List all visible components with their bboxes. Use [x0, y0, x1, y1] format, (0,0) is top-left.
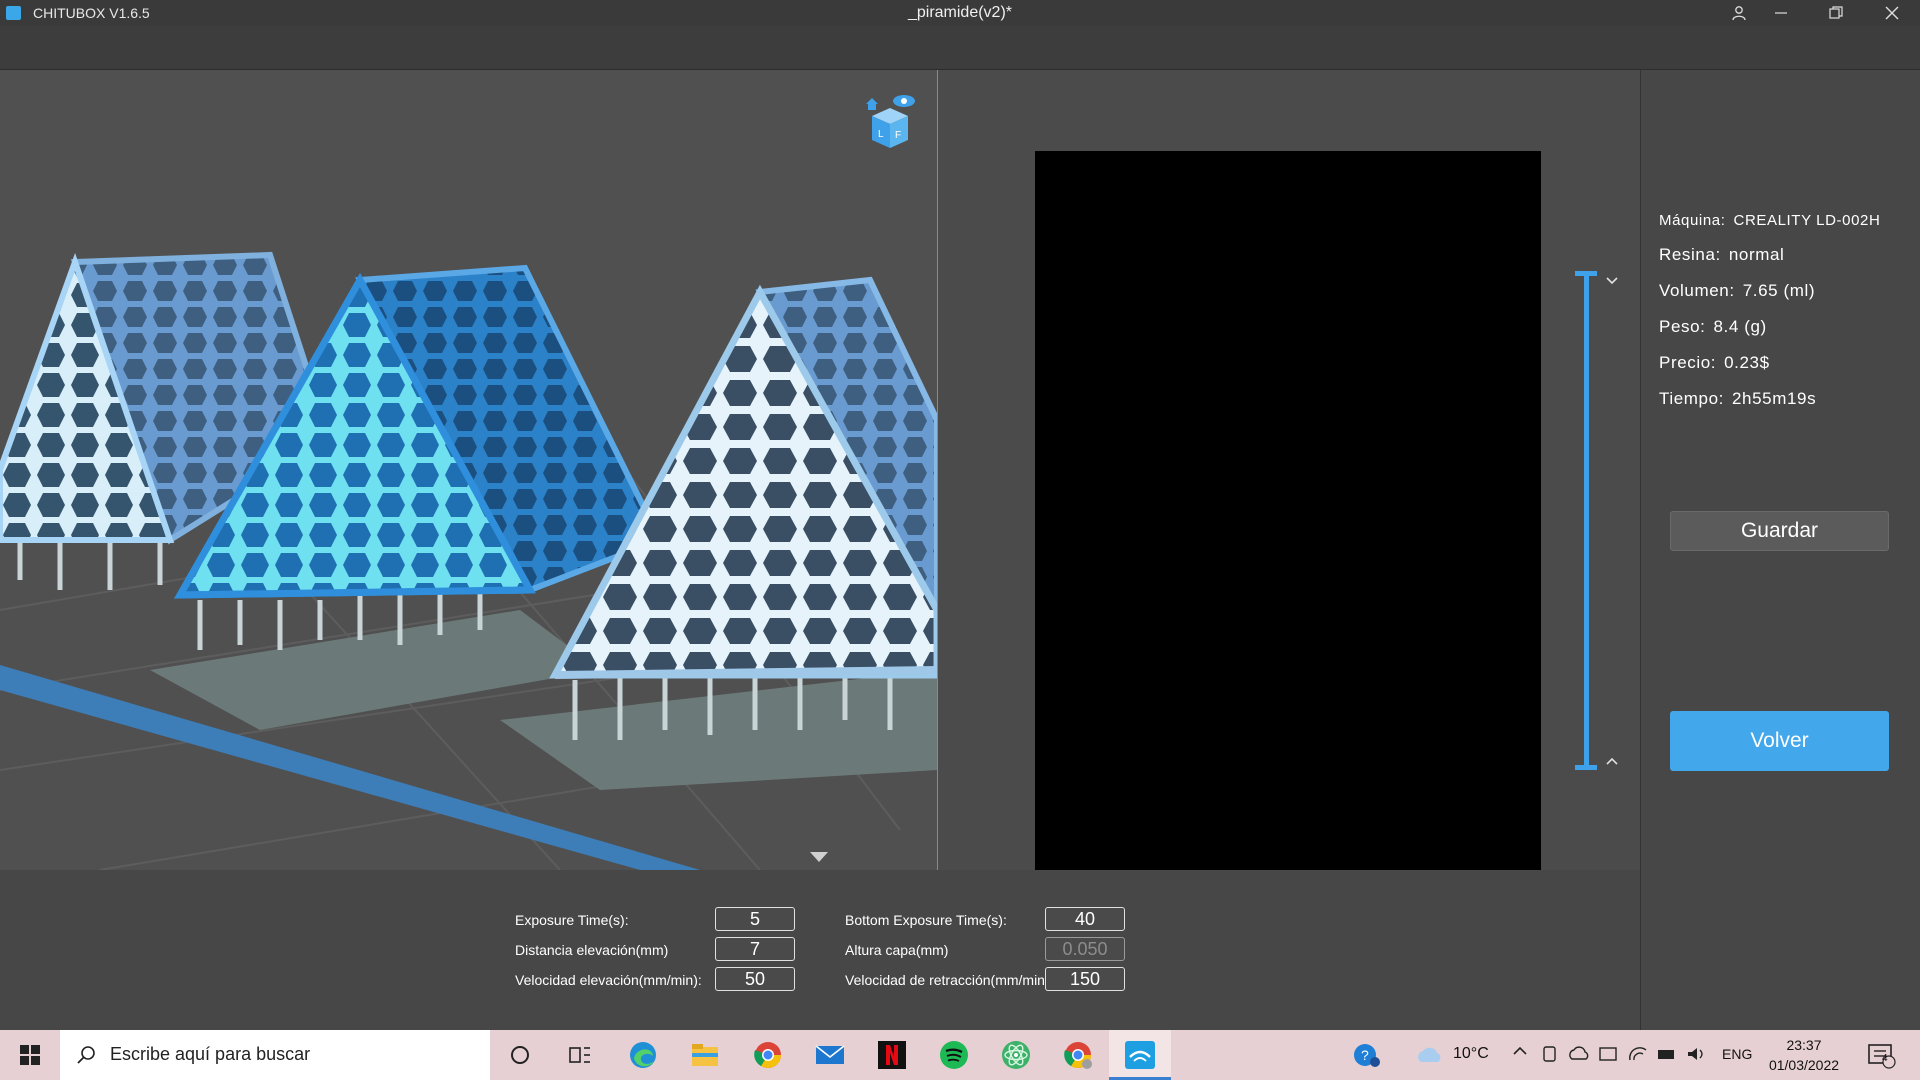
resina-label: Resina:	[1659, 245, 1721, 264]
search-placeholder: Escribe aquí para buscar	[110, 1044, 311, 1064]
svg-text:L: L	[878, 129, 884, 140]
maquina-label: Máquina:	[1659, 212, 1726, 229]
bottom-exposure-label: Bottom Exposure Time(s):	[845, 912, 1007, 928]
print-settings-panel	[0, 870, 1640, 1030]
chrome-profile-icon[interactable]	[1061, 1038, 1095, 1072]
title-bar: CHITUBOX V1.6.5 _piramide(v2)*	[0, 0, 1920, 26]
clock-time: 23:37	[1786, 1037, 1822, 1053]
resina-value: normal	[1728, 245, 1785, 264]
taskbar: Escribe aquí para buscar ? 10°C ENG 23:3…	[0, 1030, 1920, 1080]
bottom-exposure-field[interactable]: 40	[1045, 907, 1125, 931]
help-icon[interactable]: ?	[1350, 1038, 1384, 1072]
clock-date: 01/03/2022	[1768, 1057, 1840, 1073]
maquina-value: CREALITY LD-002H	[1733, 212, 1881, 229]
layer-slider-top-handle[interactable]	[1575, 271, 1597, 276]
info-tiempo: Tiempo: 2h55m19s	[1659, 389, 1816, 409]
atom-icon[interactable]	[999, 1038, 1033, 1072]
layer-slider-bottom-handle[interactable]	[1575, 765, 1597, 770]
minimize-icon[interactable]	[1756, 0, 1806, 26]
layer-slider-track[interactable]	[1584, 272, 1589, 769]
chrome-icon[interactable]	[751, 1038, 785, 1072]
document-title: _piramide(v2)*	[907, 4, 1013, 21]
volumen-value: 7.65 (ml)	[1742, 281, 1816, 300]
input-language[interactable]: ENG	[1722, 1046, 1752, 1062]
distancia-elevacion-field[interactable]: 7	[715, 937, 795, 961]
svg-text:F: F	[895, 130, 901, 141]
volver-button[interactable]: Volver	[1670, 711, 1889, 771]
notification-count: 4	[1882, 1053, 1888, 1064]
tiempo-value: 2h55m19s	[1731, 389, 1817, 408]
peso-label: Peso:	[1659, 317, 1706, 336]
info-maquina: Máquina: CREALITY LD-002H	[1659, 212, 1880, 229]
exposure-time-field[interactable]: 5	[715, 907, 795, 931]
view-cube-icon[interactable]: L F	[862, 90, 918, 157]
slice-layer-image	[1035, 151, 1541, 870]
info-peso: Peso: 8.4 (g)	[1659, 317, 1767, 337]
restore-icon[interactable]	[1811, 0, 1861, 26]
close-icon[interactable]	[1867, 0, 1917, 26]
exposure-time-label: Exposure Time(s):	[515, 912, 629, 928]
precio-value: 0.23$	[1724, 353, 1770, 372]
weather-temperature[interactable]: 10°C	[1453, 1045, 1489, 1063]
cortana-icon[interactable]	[503, 1038, 537, 1072]
svg-text:?: ?	[1361, 1047, 1369, 1063]
edge-icon[interactable]	[626, 1038, 660, 1072]
taskbar-search-box[interactable]: Escribe aquí para buscar	[60, 1030, 490, 1080]
menu-bar	[0, 26, 1920, 70]
file-explorer-icon[interactable]	[688, 1038, 722, 1072]
chevron-down-icon[interactable]	[1604, 273, 1620, 289]
task-view-icon[interactable]	[563, 1038, 597, 1072]
taskbar-clock[interactable]: 23:37 01/03/2022	[1764, 1035, 1844, 1075]
peso-value: 8.4 (g)	[1713, 317, 1767, 336]
model-scene	[0, 251, 937, 870]
chitubox-icon[interactable]	[1123, 1038, 1157, 1072]
cloud-icon	[1412, 1038, 1446, 1072]
spotify-icon[interactable]	[937, 1038, 971, 1072]
guardar-button[interactable]: Guardar	[1670, 511, 1889, 551]
chevron-up-icon[interactable]	[1604, 753, 1620, 769]
altura-capa-field: 0.050	[1045, 937, 1125, 961]
info-precio: Precio: 0.23$	[1659, 353, 1770, 373]
tiempo-label: Tiempo:	[1659, 389, 1724, 408]
altura-capa-label: Altura capa(mm)	[845, 942, 949, 958]
search-icon	[77, 1046, 95, 1064]
tray-overflow-chevron-icon[interactable]	[1512, 1042, 1528, 1065]
3d-viewport[interactable]	[0, 70, 937, 870]
netflix-icon[interactable]	[875, 1038, 909, 1072]
velocidad-retraccion-field[interactable]: 150	[1045, 967, 1125, 991]
precio-label: Precio:	[1659, 353, 1717, 372]
distancia-elevacion-label: Distancia elevación(mm)	[515, 942, 669, 958]
velocidad-elevacion-label: Velocidad elevación(mm/min):	[515, 972, 702, 988]
mail-icon[interactable]	[813, 1038, 847, 1072]
volumen-label: Volumen:	[1659, 281, 1735, 300]
tray-status-icons[interactable]	[1542, 1044, 1722, 1069]
info-volumen: Volumen: 7.65 (ml)	[1659, 281, 1815, 301]
info-resina: Resina: normal	[1659, 245, 1784, 265]
velocidad-retraccion-label: Velocidad de retracción(mm/min):	[845, 972, 1054, 988]
velocidad-elevacion-field[interactable]: 50	[715, 967, 795, 991]
notification-icon[interactable]: 4	[1864, 1038, 1898, 1072]
windows-start-icon[interactable]	[0, 1030, 60, 1080]
